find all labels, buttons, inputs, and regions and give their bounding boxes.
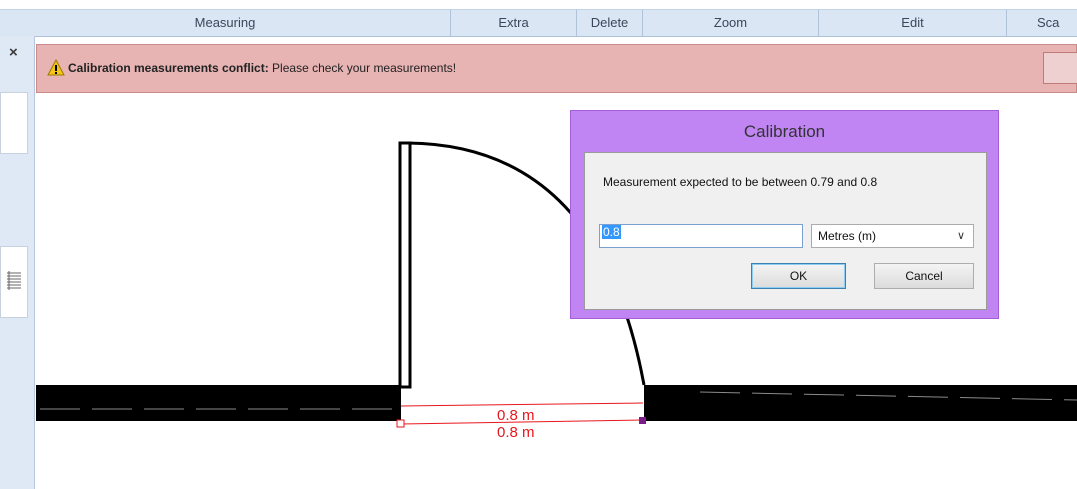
calibration-dialog: Calibration Measurement expected to be b… — [570, 110, 999, 319]
cancel-button[interactable]: Cancel — [874, 263, 974, 289]
measure-label: 0.8 m — [497, 407, 535, 424]
measure-line — [400, 402, 644, 407]
warning-bar: Calibration measurements conflict: Pleas… — [36, 44, 1077, 93]
warning-title: Calibration measurements conflict: — [68, 61, 269, 75]
dialog-message: Measurement expected to be between 0.79 … — [603, 175, 878, 189]
unit-selected-value: Metres (m) — [818, 229, 876, 243]
measure-end-handle — [639, 417, 646, 424]
unit-select[interactable]: Metres (m) ∨ — [811, 224, 974, 248]
warning-message: Calibration measurements conflict: Pleas… — [68, 61, 456, 75]
wall-segment — [36, 385, 401, 421]
ok-button[interactable]: OK — [751, 263, 846, 289]
measure-label: 0.8 m — [497, 424, 535, 441]
door-leaf — [398, 141, 412, 389]
warning-icon — [47, 59, 65, 76]
measurement-input[interactable]: 0.8 — [599, 224, 803, 248]
wall-segment — [644, 385, 1077, 421]
warning-text: Please check your measurements! — [268, 61, 457, 75]
dialog-title: Calibration — [743, 122, 826, 141]
chevron-down-icon: ∨ — [956, 230, 965, 242]
measure-start-handle — [396, 419, 405, 428]
dialog-body: Measurement expected to be between 0.79 … — [584, 152, 987, 310]
warning-action-button[interactable]: C — [1043, 52, 1077, 84]
measurement-value: 0.8 — [602, 225, 621, 239]
